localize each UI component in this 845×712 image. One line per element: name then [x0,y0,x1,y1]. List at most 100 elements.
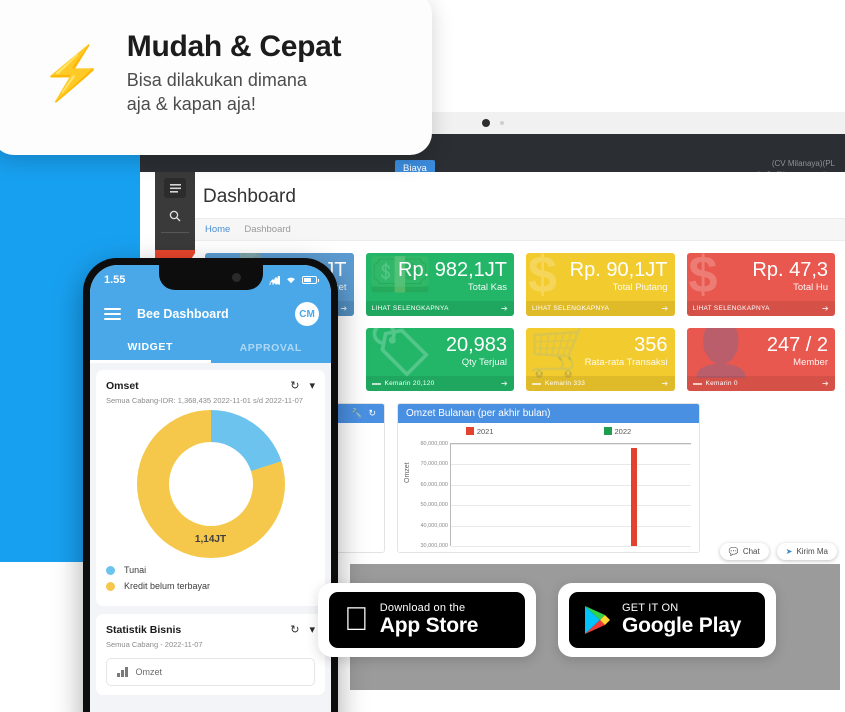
y-tick: 40,000,000 [420,522,448,529]
page-root: Biaya (CV Milanaya)(PL hafis@beeaccounti… [0,0,845,712]
arrow-circle-icon: ➔ [500,304,508,313]
webcam-icon [481,119,490,127]
refresh-icon[interactable]: ↻ [290,623,299,636]
menu-icon[interactable] [164,178,186,198]
omset-card-title: Omset [106,379,139,392]
bar-2021[interactable] [631,448,637,546]
legend-item-tunai[interactable]: Tunai [106,565,315,575]
kpi-footer[interactable]: Kemarin 20,120 ➔ [365,376,514,391]
topbar-company: (CV Milanaya)(PL [771,159,835,168]
y-axis-label: Omzet [404,462,411,483]
hero-subtitle: Bisa dilakukan dimana aja & kapan aja! [127,69,341,117]
legend-swatch [603,427,612,435]
kpi-footer[interactable]: LIHAT SELENGKAPNYA ➔ [365,301,514,316]
phone-appbar: Bee Dashboard CM [90,295,331,333]
y-tick: 30,000,000 [420,543,448,549]
phone-mockup: 1.55 Bee Dashboard CM WIDGET APPROVAL Om… [83,258,338,712]
kpi-value: Rp. 47,3 [752,259,828,281]
app-store-badge[interactable]:  Download on the App Store [329,592,525,648]
legend-label: 2022 [614,427,632,436]
kpi-card-qty-terjual[interactable]: 🏷 20,983 Qty Terjual Kemarin 20,120 ➔ [365,328,514,391]
kpi-card-total-piutang[interactable]: $ Rp. 90,1JT Total Piutang LIHAT SELENGK… [526,253,675,316]
statistik-card-header: Statistik Bisnis ↻ ▾ [106,623,315,637]
bar-panel-header: Omzet Bulanan (per akhir bulan) [398,404,699,423]
hero-card: ⚡ Mudah & Cepat Bisa dilakukan dimana aj… [0,0,432,155]
omset-donut-wrap: 1,14JT [106,409,315,559]
y-tick: 70,000,000 [420,461,448,468]
arrow-circle-icon: ➔ [821,304,829,313]
search-icon[interactable] [163,204,187,228]
kpi-label: Rata-rata Transaksi [584,357,668,368]
kpi-footer-label: LIHAT SELENGKAPNYA [532,305,610,312]
arrow-circle-icon: ➔ [500,379,508,388]
app-store-large-label: App Store [355,614,479,638]
kpi-value: Rp. 90,1JT [569,259,668,281]
legend-dot [106,565,115,575]
omset-card: Omset ↻ ▾ Semua Cabang-IDR: 1,368,435 20… [96,370,325,606]
chat-button[interactable]: 💬 Chat [719,543,769,560]
floating-action-buttons: 💬 Chat ➤ Kirim Ma [719,543,837,560]
statistik-item-omzet[interactable]: Omzet [106,658,315,686]
google-play-badge-wrap[interactable]: GET IT ON Google Play [558,583,776,657]
statistik-item-label: Omzet [135,667,163,677]
kpi-card-total-hutang[interactable]: $ Rp. 47,3 Total Hu LIHAT SELENGKAPNYA ➔ [686,253,835,316]
kpi-footer-label: Kemarin 20,120 [384,380,435,387]
legend-label: Tunai [124,565,147,575]
avatar[interactable]: CM [295,302,319,326]
refresh-icon[interactable]: ↻ [290,379,299,392]
kpi-value: 247 / 2 [766,334,828,356]
kpi-footer[interactable]: Kemarin 333 ➔ [526,376,675,391]
hamburger-icon[interactable] [104,305,121,323]
apple-icon:  [344,602,369,635]
kpi-value: 20,983 [445,334,507,356]
app-store-badge-wrap[interactable]:  Download on the App Store [318,583,536,657]
kpi-footer-label: LIHAT SELENGKAPNYA [692,305,770,312]
kpi-card-member[interactable]: 👤 247 / 2 Member Kemarin 0 ➔ [686,328,835,391]
phone-content: Omset ↻ ▾ Semua Cabang-IDR: 1,368,435 20… [90,363,331,712]
send-icon: ➤ [785,547,793,556]
dollar-icon: $ [688,253,718,304]
kirim-masukan-button[interactable]: ➤ Kirim Ma [776,543,837,560]
kpi-footer[interactable]: LIHAT SELENGKAPNYA ➔ [526,301,675,316]
google-play-badge[interactable]: GET IT ON Google Play [569,592,765,648]
kpi-footer[interactable]: LIHAT SELENGKAPNYA ➔ [686,301,835,316]
bar-chart-panel: Omzet Bulanan (per akhir bulan) 2021 202… [397,403,700,553]
status-time: 1.55 [104,274,126,286]
y-tick: 60,000,000 [420,481,448,488]
chart-legend: 2021 2022 [398,423,699,436]
front-camera-icon [231,273,241,282]
refresh-icon[interactable]: ↻ [368,408,376,419]
chat-icon: 💬 [728,547,739,556]
phone-tabs: WIDGET APPROVAL [90,333,331,363]
legend-label: 2021 [476,427,494,436]
battery-icon [302,276,319,284]
legend-item-kredit[interactable]: Kredit belum terbayar [106,581,315,591]
legend-item-2022[interactable]: 2022 [603,427,632,436]
store-badges:  Download on the App Store [318,583,776,657]
statistik-bisnis-card: Statistik Bisnis ↻ ▾ Semua Cabang - 2022… [96,614,325,695]
tab-widget[interactable]: WIDGET [90,333,211,363]
omset-card-subtitle: Semua Cabang-IDR: 1,368,435 2022-11-01 s… [106,396,303,405]
google-play-small-label: GET IT ON [622,602,679,615]
filter-icon[interactable]: ▾ [309,623,315,636]
phone-notch [158,265,263,290]
app-store-small-label: Download on the [355,602,465,615]
tab-approval[interactable]: APPROVAL [211,333,332,363]
bar-panel-title: Omzet Bulanan (per akhir bulan) [406,408,551,419]
phone-screen: 1.55 Bee Dashboard CM WIDGET APPROVAL Om… [90,265,331,712]
flat-trend-icon [532,382,541,385]
legend-item-2021[interactable]: 2021 [465,427,494,436]
kpi-label: Qty Terjual [461,357,507,368]
kpi-card-rata-rata-transaksi[interactable]: 🛒 356 Rata-rata Transaksi Kemarin 333 ➔ [526,328,675,391]
wrench-icon[interactable]: 🔧 [351,408,362,419]
filter-icon[interactable]: ▾ [309,379,315,392]
hero-subtitle-line2: aja & kapan aja! [126,94,256,114]
chart-plot-area: 80,000,000 70,000,000 60,000,000 50,000,… [420,441,691,549]
breadcrumb-home[interactable]: Home [205,224,230,235]
sensor-dot-icon [499,121,504,125]
kpi-footer[interactable]: Kemarin 0 ➔ [686,376,835,391]
kpi-footer-label: Kemarin 333 [545,380,586,387]
kpi-card-total-kas[interactable]: 💵 Rp. 982,1JT Total Kas LIHAT SELENGKAPN… [365,253,514,316]
hero-title: Mudah & Cepat [126,30,342,64]
legend-dot [106,581,115,591]
